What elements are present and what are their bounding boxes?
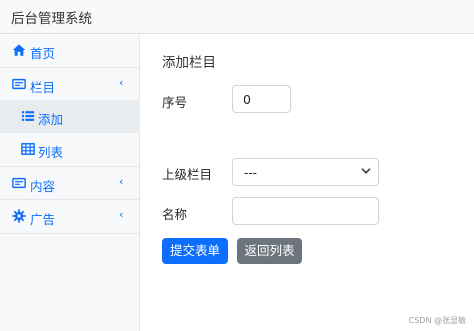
sidebar-item-add[interactable]: 添加 (0, 100, 140, 133)
main-content: 添加栏目 序号 0 上级栏目 --- 名称 提交表单 返回列表 (141, 34, 474, 331)
list-icon (21, 111, 35, 121)
back-to-list-button[interactable]: 返回列表 (237, 238, 302, 264)
sidebar-item-content[interactable]: 内容 ‹ (0, 167, 140, 200)
chevron-down-icon (361, 168, 371, 174)
sidebar-item-label: 列表 (38, 145, 64, 160)
card-icon (12, 177, 26, 189)
select-value: --- (244, 166, 257, 180)
app-title[interactable]: 后台管理系统 (11, 7, 92, 27)
sidebar-item-label: 栏目 (30, 80, 56, 95)
order-input[interactable]: 0 (232, 85, 291, 113)
sidebar-item-home[interactable]: 首页 (0, 34, 140, 67)
home-icon (12, 44, 26, 56)
sidebar-item-label: 首页 (30, 46, 56, 61)
sidebar-item-columns[interactable]: 栏目 ‹ (0, 68, 140, 101)
sidebar-item-list[interactable]: 列表 (0, 133, 140, 166)
sidebar-item-label: 内容 (30, 179, 56, 194)
gear-icon (12, 209, 26, 223)
submit-form-button[interactable]: 提交表单 (162, 238, 228, 264)
chevron-left-icon: ‹ (119, 208, 124, 221)
sidebar-item-label: 广告 (30, 212, 56, 227)
order-label: 序号 (162, 95, 188, 110)
divider (0, 233, 140, 234)
page-title: 添加栏目 (162, 55, 216, 71)
name-label: 名称 (162, 207, 188, 222)
watermark: CSDN @张显敏 (408, 316, 466, 325)
parent-column-label: 上级栏目 (162, 167, 213, 182)
sidebar: 首页 栏目 ‹ 添加 列表 内容 ‹ 广告 ‹ (0, 34, 140, 331)
top-navbar: 后台管理系统 (0, 0, 474, 34)
table-icon (21, 143, 35, 155)
chevron-left-icon: ‹ (119, 76, 124, 89)
name-input[interactable] (232, 197, 379, 225)
card-icon (12, 78, 26, 90)
sidebar-item-label: 添加 (38, 112, 64, 127)
chevron-left-icon: ‹ (119, 175, 124, 188)
sidebar-item-ads[interactable]: 广告 ‹ (0, 200, 140, 233)
parent-column-select[interactable]: --- (232, 158, 379, 186)
